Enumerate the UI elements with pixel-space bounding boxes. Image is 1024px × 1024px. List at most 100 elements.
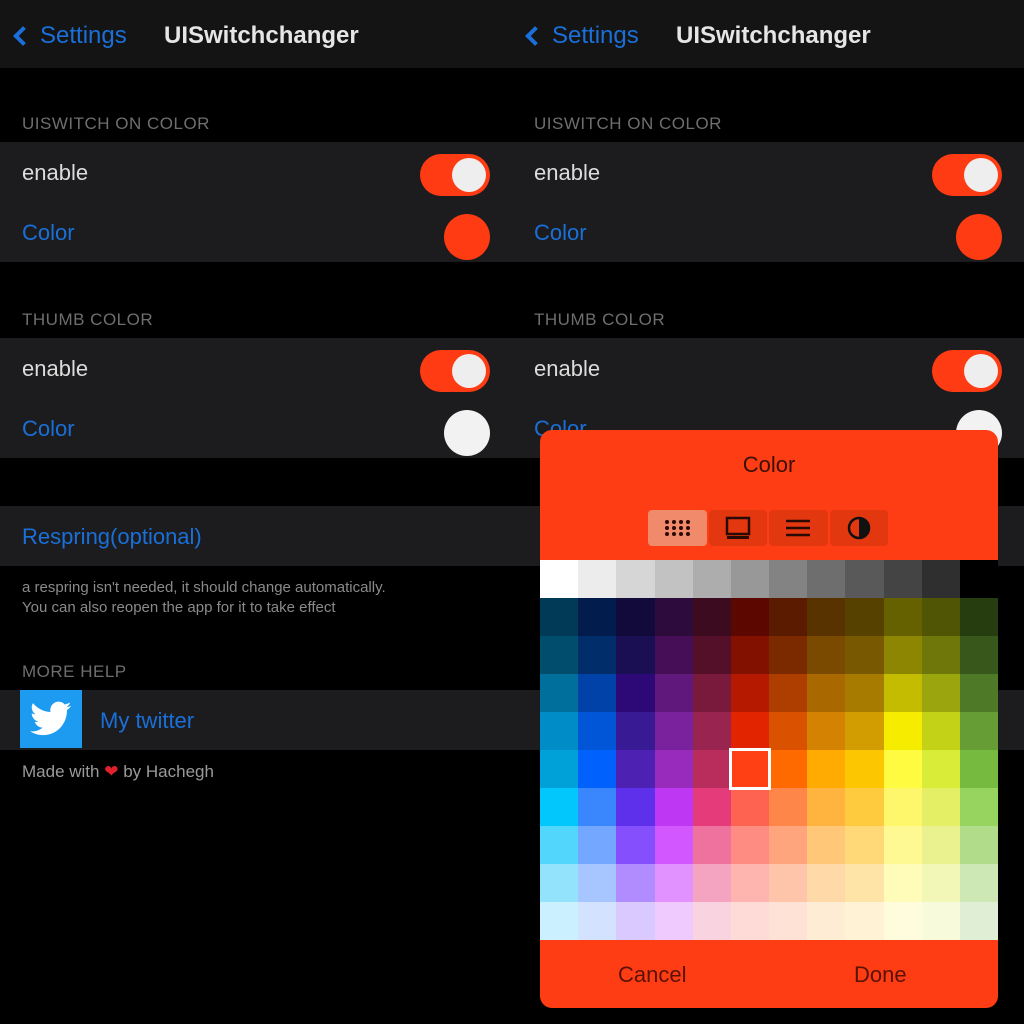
color-cell[interactable] <box>692 788 731 826</box>
color-cell[interactable] <box>540 750 579 788</box>
color-cell[interactable] <box>959 902 998 940</box>
color-cell[interactable] <box>692 636 731 674</box>
color-cell[interactable] <box>616 864 655 902</box>
back-button[interactable]: Settings <box>10 18 127 54</box>
color-cell[interactable] <box>883 636 922 674</box>
enable-toggle[interactable] <box>932 350 1002 392</box>
color-cell[interactable] <box>845 864 884 902</box>
enable-toggle[interactable] <box>932 154 1002 196</box>
color-cell[interactable] <box>692 598 731 636</box>
respring-button[interactable]: Respring(optional) <box>22 524 202 550</box>
sliders-tab[interactable] <box>769 510 828 546</box>
color-cell[interactable] <box>883 560 922 598</box>
color-cell[interactable] <box>769 864 808 902</box>
color-cell[interactable] <box>807 902 846 940</box>
color-cell[interactable] <box>959 560 998 598</box>
color-cell[interactable] <box>769 788 808 826</box>
color-cell[interactable] <box>883 712 922 750</box>
color-cell[interactable] <box>540 902 579 940</box>
color-cell[interactable] <box>616 902 655 940</box>
color-cell[interactable] <box>578 826 617 864</box>
color-cell[interactable] <box>807 788 846 826</box>
enable-toggle[interactable] <box>420 350 490 392</box>
color-cell[interactable] <box>883 864 922 902</box>
color-cell[interactable] <box>540 712 579 750</box>
color-cell[interactable] <box>845 560 884 598</box>
color-cell[interactable] <box>921 712 960 750</box>
color-cell[interactable] <box>921 750 960 788</box>
color-cell[interactable] <box>807 750 846 788</box>
color-cell[interactable] <box>807 864 846 902</box>
color-cell[interactable] <box>921 560 960 598</box>
color-cell[interactable] <box>578 598 617 636</box>
color-cell[interactable] <box>807 636 846 674</box>
color-cell[interactable] <box>959 826 998 864</box>
color-cell[interactable] <box>883 788 922 826</box>
color-cell[interactable] <box>730 902 769 940</box>
color-cell[interactable] <box>692 864 731 902</box>
color-cell[interactable] <box>845 902 884 940</box>
grid-tab[interactable] <box>648 510 707 546</box>
color-cell[interactable] <box>845 788 884 826</box>
color-cell[interactable] <box>959 788 998 826</box>
color-cell[interactable] <box>959 636 998 674</box>
color-cell[interactable] <box>769 674 808 712</box>
color-cell[interactable] <box>616 750 655 788</box>
color-row[interactable]: Color <box>0 398 512 458</box>
color-cell[interactable] <box>692 902 731 940</box>
color-cell[interactable] <box>730 712 769 750</box>
color-cell[interactable] <box>845 826 884 864</box>
color-cell[interactable] <box>807 560 846 598</box>
color-cell[interactable] <box>540 598 579 636</box>
color-cell[interactable] <box>883 826 922 864</box>
color-cell[interactable] <box>616 636 655 674</box>
color-row[interactable]: Color <box>0 202 512 262</box>
color-cell[interactable] <box>769 636 808 674</box>
color-cell[interactable] <box>540 864 579 902</box>
color-cell[interactable] <box>654 902 693 940</box>
color-cell[interactable] <box>845 712 884 750</box>
color-cell[interactable] <box>616 674 655 712</box>
color-cell[interactable] <box>616 560 655 598</box>
contrast-tab[interactable] <box>829 510 888 546</box>
spectrum-tab[interactable] <box>708 510 767 546</box>
color-cell[interactable] <box>616 826 655 864</box>
color-cell[interactable] <box>769 712 808 750</box>
color-cell[interactable] <box>692 560 731 598</box>
color-cell[interactable] <box>578 674 617 712</box>
color-cell[interactable] <box>540 636 579 674</box>
twitter-link[interactable]: My twitter <box>100 708 194 734</box>
color-cell[interactable] <box>540 826 579 864</box>
color-cell[interactable] <box>692 826 731 864</box>
color-cell[interactable] <box>578 864 617 902</box>
color-cell[interactable] <box>921 674 960 712</box>
color-cell[interactable] <box>883 750 922 788</box>
color-cell[interactable] <box>921 864 960 902</box>
color-swatch[interactable] <box>444 214 490 260</box>
color-cell[interactable] <box>921 902 960 940</box>
color-cell[interactable] <box>730 864 769 902</box>
color-cell[interactable] <box>845 636 884 674</box>
color-cell[interactable] <box>807 826 846 864</box>
color-cell[interactable] <box>730 788 769 826</box>
color-cell[interactable] <box>654 750 693 788</box>
color-cell[interactable] <box>540 674 579 712</box>
color-cell[interactable] <box>692 674 731 712</box>
color-cell[interactable] <box>959 864 998 902</box>
color-cell[interactable] <box>540 560 579 598</box>
color-cell[interactable] <box>730 674 769 712</box>
color-link[interactable]: Color <box>534 220 587 246</box>
color-cell[interactable] <box>730 598 769 636</box>
color-cell[interactable] <box>845 750 884 788</box>
color-cell[interactable] <box>578 902 617 940</box>
color-cell[interactable] <box>654 788 693 826</box>
color-swatch[interactable] <box>956 214 1002 260</box>
color-cell[interactable] <box>921 788 960 826</box>
color-swatch[interactable] <box>444 410 490 456</box>
color-cell[interactable] <box>883 674 922 712</box>
color-cell[interactable] <box>730 636 769 674</box>
color-cell[interactable] <box>959 712 998 750</box>
color-cell[interactable] <box>654 674 693 712</box>
color-cell[interactable] <box>616 598 655 636</box>
color-cell[interactable] <box>540 788 579 826</box>
